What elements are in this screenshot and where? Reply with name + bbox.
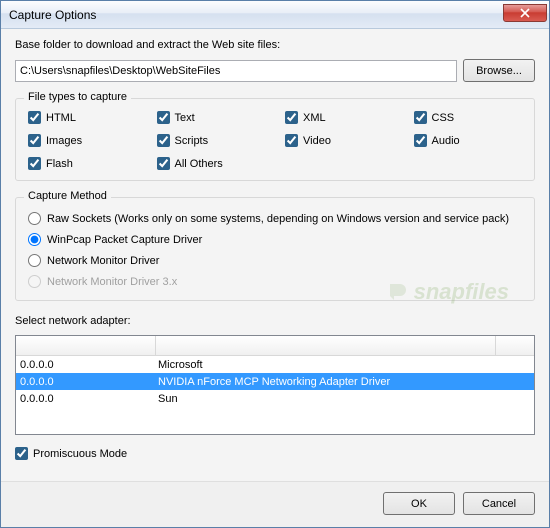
adapter-ip: 0.0.0.0 (16, 393, 156, 405)
filetype-checkbox[interactable] (285, 134, 298, 147)
titlebar: Capture Options (1, 1, 549, 29)
capture-method-radio[interactable] (28, 233, 41, 246)
filetype-row: Flash (28, 157, 137, 170)
capture-method-radio[interactable] (28, 254, 41, 267)
close-icon (520, 8, 530, 18)
promiscuous-row: Promiscuous Mode (15, 447, 535, 460)
filetype-label[interactable]: All Others (175, 158, 223, 170)
button-row: OK Cancel (1, 481, 549, 527)
adapter-name: NVIDIA nForce MCP Networking Adapter Dri… (156, 376, 534, 388)
filetype-label[interactable]: Audio (432, 135, 460, 147)
filetype-row: Scripts (157, 134, 266, 147)
capture-method-label: Network Monitor Driver 3.x (47, 276, 177, 288)
filetype-row: XML (285, 111, 394, 124)
base-folder-label: Base folder to download and extract the … (15, 39, 535, 51)
capture-method-label[interactable]: Network Monitor Driver (47, 255, 159, 267)
adapter-name: Microsoft (156, 359, 534, 371)
adapter-ip: 0.0.0.0 (16, 376, 156, 388)
adapter-header-col2[interactable] (156, 336, 496, 355)
capture-method-option: Network Monitor Driver (28, 254, 522, 267)
adapter-label: Select network adapter: (15, 315, 535, 327)
filetype-label[interactable]: Flash (46, 158, 73, 170)
adapter-row[interactable]: 0.0.0.0Sun (16, 390, 534, 407)
capture-method-label[interactable]: WinPcap Packet Capture Driver (47, 234, 202, 246)
filetype-row: Video (285, 134, 394, 147)
filetype-checkbox[interactable] (28, 157, 41, 170)
adapter-row[interactable]: 0.0.0.0NVIDIA nForce MCP Networking Adap… (16, 373, 534, 390)
filetype-checkbox[interactable] (414, 111, 427, 124)
capture-method-option: Network Monitor Driver 3.x (28, 275, 522, 288)
filetype-label[interactable]: Scripts (175, 135, 209, 147)
filetype-row: HTML (28, 111, 137, 124)
filetype-row: Audio (414, 134, 523, 147)
filetype-checkbox[interactable] (28, 134, 41, 147)
filetype-label[interactable]: Text (175, 112, 195, 124)
capture-method-group: Capture Method Raw Sockets (Works only o… (15, 197, 535, 301)
filetype-checkbox[interactable] (157, 157, 170, 170)
filetype-label[interactable]: XML (303, 112, 326, 124)
capture-method-option: Raw Sockets (Works only on some systems,… (28, 212, 522, 225)
capture-method-label[interactable]: Raw Sockets (Works only on some systems,… (47, 213, 509, 225)
filetype-label[interactable]: Images (46, 135, 82, 147)
adapter-list[interactable]: 0.0.0.0Microsoft0.0.0.0NVIDIA nForce MCP… (15, 335, 535, 435)
file-types-title: File types to capture (24, 91, 131, 103)
capture-method-radio[interactable] (28, 212, 41, 225)
promiscuous-checkbox[interactable] (15, 447, 28, 460)
capture-method-option: WinPcap Packet Capture Driver (28, 233, 522, 246)
filetype-row: Images (28, 134, 137, 147)
window-title: Capture Options (9, 8, 503, 22)
filetype-checkbox[interactable] (414, 134, 427, 147)
capture-method-title: Capture Method (24, 190, 111, 202)
adapter-name: Sun (156, 393, 534, 405)
promiscuous-label[interactable]: Promiscuous Mode (33, 448, 127, 460)
filetype-checkbox[interactable] (157, 111, 170, 124)
browse-button[interactable]: Browse... (463, 59, 535, 82)
adapter-ip: 0.0.0.0 (16, 359, 156, 371)
filetype-label[interactable]: HTML (46, 112, 76, 124)
dialog-window: Capture Options Base folder to download … (0, 0, 550, 528)
ok-button[interactable]: OK (383, 492, 455, 515)
filetype-label[interactable]: Video (303, 135, 331, 147)
filetype-checkbox[interactable] (28, 111, 41, 124)
adapter-header-col1[interactable] (16, 336, 156, 355)
filetype-row: CSS (414, 111, 523, 124)
base-folder-input[interactable] (15, 60, 457, 82)
capture-method-radio (28, 275, 41, 288)
filetype-checkbox[interactable] (285, 111, 298, 124)
base-folder-row: Browse... (15, 59, 535, 82)
dialog-content: Base folder to download and extract the … (1, 29, 549, 481)
cancel-button[interactable]: Cancel (463, 492, 535, 515)
filetype-row: All Others (157, 157, 266, 170)
filetype-checkbox[interactable] (157, 134, 170, 147)
close-button[interactable] (503, 4, 547, 22)
filetype-label[interactable]: CSS (432, 112, 455, 124)
adapter-header-col3[interactable] (496, 336, 534, 355)
adapter-row[interactable]: 0.0.0.0Microsoft (16, 356, 534, 373)
file-types-group: File types to capture HTMLTextXMLCSSImag… (15, 98, 535, 181)
adapter-header (16, 336, 534, 356)
filetype-row: Text (157, 111, 266, 124)
